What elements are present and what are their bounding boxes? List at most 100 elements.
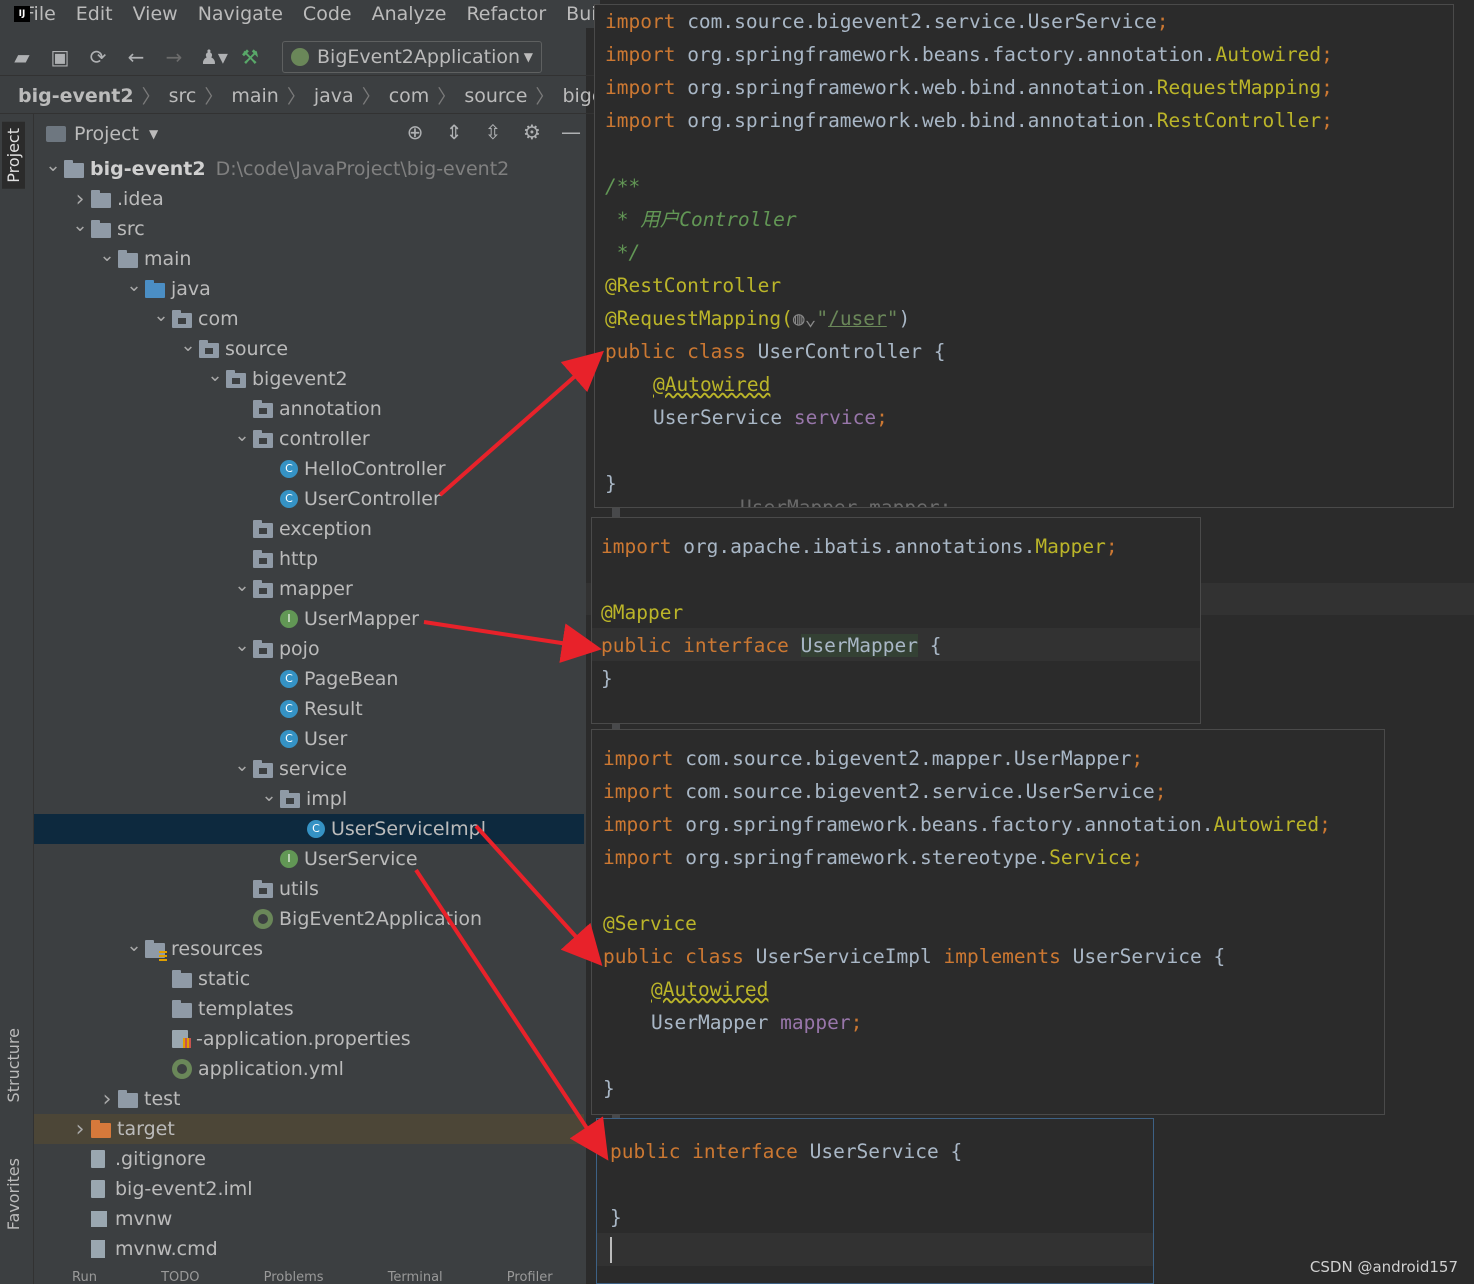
tree-node[interactable]: ›CResult	[34, 694, 584, 724]
menu-edit[interactable]: Edit	[76, 3, 113, 25]
tree-node[interactable]: ⌄ java	[34, 274, 584, 304]
chevron-down-icon[interactable]: ⌄	[69, 215, 91, 236]
tree-node[interactable]: ›BigEvent2Application	[34, 904, 584, 934]
code-line: public class UserServiceImpl implements …	[603, 945, 1226, 968]
chevron-down-icon[interactable]: ⌄	[231, 635, 253, 656]
chevron-right-icon[interactable]: ›	[69, 1117, 91, 1142]
chevron-down-icon[interactable]: ⌄	[123, 935, 145, 956]
tree-node[interactable]: ⌄ service	[34, 754, 584, 784]
breadcrumb-item[interactable]: bigevent2	[562, 85, 595, 107]
tree-node[interactable]: ›big-event2.iml	[34, 1174, 584, 1204]
tree-node-label: big-event2.iml	[115, 1178, 253, 1200]
tree-node[interactable]: ›-application.properties	[34, 1024, 584, 1054]
structure-tool-tab[interactable]: Structure	[4, 1028, 23, 1102]
breadcrumb-item[interactable]: com	[389, 85, 430, 107]
tree-node[interactable]: ⌄ pojo	[34, 634, 584, 664]
menu-refactor[interactable]: Refactor	[466, 3, 546, 25]
chevron-right-icon[interactable]: ›	[69, 187, 91, 212]
bottom-tab-problems[interactable]: Problems	[264, 1270, 324, 1284]
back-icon[interactable]: ←	[124, 45, 148, 69]
project-panel-title[interactable]: Project	[74, 123, 139, 145]
open-folder-icon[interactable]: ▰	[10, 45, 34, 69]
breadcrumb-item[interactable]: source	[464, 85, 527, 107]
tree-node[interactable]: ›static	[34, 964, 584, 994]
tree-node[interactable]: ›CUserController	[34, 484, 584, 514]
tree-node[interactable]: ›IUserService	[34, 844, 584, 874]
chevron-down-icon[interactable]: ⌄	[96, 245, 118, 266]
chevron-down-icon[interactable]: ⌄	[231, 755, 253, 776]
locate-icon[interactable]: ⊕	[402, 120, 428, 144]
bottom-tab-profiler[interactable]: Profiler	[507, 1270, 553, 1284]
gear-icon[interactable]: ⚙	[519, 120, 545, 144]
run-configuration-select[interactable]: BigEvent2Application ▼	[282, 40, 542, 73]
collapse-all-icon[interactable]: ⇳	[480, 120, 506, 144]
tree-node[interactable]: ›CUser	[34, 724, 584, 754]
menu-navigate[interactable]: Navigate	[198, 3, 283, 25]
tree-node[interactable]: ›exception	[34, 514, 584, 544]
breadcrumb-item[interactable]: main	[231, 85, 278, 107]
tree-node[interactable]: ›mvnw.cmd	[34, 1234, 584, 1264]
tree-node-label: User	[304, 728, 348, 750]
chevron-down-icon[interactable]: ⌄	[204, 365, 226, 386]
chevron-down-icon[interactable]: ⌄	[123, 275, 145, 296]
favorites-tool-tab[interactable]: Favorites	[4, 1158, 23, 1230]
tree-node[interactable]: ›utils	[34, 874, 584, 904]
tree-node[interactable]: ⌄ main	[34, 244, 584, 274]
tree-node[interactable]: › test	[34, 1084, 584, 1114]
tree-node-label: java	[171, 278, 211, 300]
menu-view[interactable]: View	[133, 3, 178, 25]
chevron-down-icon[interactable]: ⌄	[177, 335, 199, 356]
code-line: @Autowired	[653, 373, 771, 396]
chevron-right-icon[interactable]: ›	[96, 1087, 118, 1112]
breadcrumb-item[interactable]: src	[169, 85, 197, 107]
tree-node[interactable]: ⌄ src	[34, 214, 584, 244]
resources-folder-icon	[145, 939, 167, 961]
tree-node[interactable]: › target	[34, 1114, 584, 1144]
chevron-down-icon[interactable]: ⌄	[231, 425, 253, 446]
code-line: }	[605, 472, 617, 495]
tree-node[interactable]: ⌄ com	[34, 304, 584, 334]
tree-node[interactable]: ›CUserServiceImpl	[34, 814, 584, 844]
build-hammer-icon[interactable]: ⚒	[238, 45, 262, 69]
tree-node[interactable]: ⌄ source	[34, 334, 584, 364]
tree-node[interactable]: ›CHelloController	[34, 454, 584, 484]
tree-node[interactable]: ›CPageBean	[34, 664, 584, 694]
save-icon[interactable]: ▣	[48, 45, 72, 69]
breadcrumb-item[interactable]: big-event2	[18, 85, 134, 107]
breadcrumb-item[interactable]: java	[314, 85, 354, 107]
project-tool-tab[interactable]: Project	[2, 122, 25, 189]
tree-node[interactable]: ›annotation	[34, 394, 584, 424]
code-line: UserService service;	[653, 406, 888, 429]
tree-node[interactable]: ›http	[34, 544, 584, 574]
tree-node[interactable]: ›.gitignore	[34, 1144, 584, 1174]
code-line: public class UserController {	[605, 340, 946, 363]
tree-node[interactable]: ⌄ controller	[34, 424, 584, 454]
forward-icon[interactable]: →	[162, 45, 186, 69]
chevron-down-icon[interactable]: ⌄	[231, 575, 253, 596]
bottom-tab-run[interactable]: Run	[72, 1270, 97, 1284]
java-class-icon: C	[280, 700, 298, 718]
tree-node[interactable]: › .idea	[34, 184, 584, 214]
minimize-icon[interactable]: —	[558, 120, 584, 144]
user-icon[interactable]: ♟▾	[200, 45, 228, 69]
tree-node[interactable]: ⌄ bigevent2	[34, 364, 584, 394]
sync-icon[interactable]: ⟳	[86, 45, 110, 69]
tree-node[interactable]: ›IUserMapper	[34, 604, 584, 634]
chevron-down-icon[interactable]: ⌄	[258, 785, 280, 806]
expand-all-icon[interactable]: ⇕	[441, 120, 467, 144]
tree-node[interactable]: ⌄ big-event2 D:\code\JavaProject\big-event…	[34, 154, 584, 184]
tree-node[interactable]: ⌄ mapper	[34, 574, 584, 604]
bottom-tab-terminal[interactable]: Terminal	[388, 1270, 443, 1284]
tree-node[interactable]: ›templates	[34, 994, 584, 1024]
chevron-down-icon[interactable]: ⌄	[150, 305, 172, 326]
chevron-down-icon[interactable]: ▼	[149, 127, 158, 141]
tree-node[interactable]: ⌄ impl	[34, 784, 584, 814]
globe-icon[interactable]: ◍⌄	[793, 307, 816, 330]
tree-node[interactable]: ›application.yml	[34, 1054, 584, 1084]
menu-code[interactable]: Code	[303, 3, 352, 25]
menu-analyze[interactable]: Analyze	[372, 3, 447, 25]
bottom-tab-todo[interactable]: TODO	[161, 1270, 199, 1284]
chevron-down-icon[interactable]: ⌄	[42, 155, 64, 176]
tree-node[interactable]: ⌄ resources	[34, 934, 584, 964]
tree-node[interactable]: ›mvnw	[34, 1204, 584, 1234]
